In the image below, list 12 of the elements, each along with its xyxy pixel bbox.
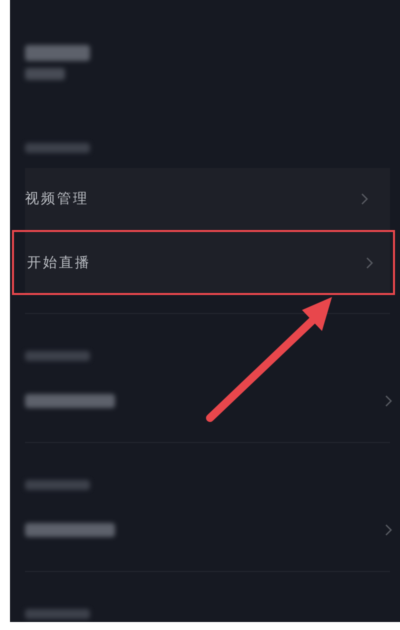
menu-row[interactable]: 开始直播 xyxy=(12,230,395,295)
blurred-title xyxy=(25,45,90,61)
chevron-icon xyxy=(385,395,392,407)
blurred-section-header xyxy=(25,143,90,153)
blurred-section-header xyxy=(25,480,90,490)
blurred-subtitle xyxy=(25,68,65,80)
chevron-icon xyxy=(385,524,392,536)
blurred-section-header xyxy=(25,609,90,619)
blurred-section-header xyxy=(25,351,90,361)
chevron-icon xyxy=(361,193,368,205)
chevron-icon xyxy=(366,256,373,268)
menu-row[interactable]: 视频管理 xyxy=(10,168,390,230)
